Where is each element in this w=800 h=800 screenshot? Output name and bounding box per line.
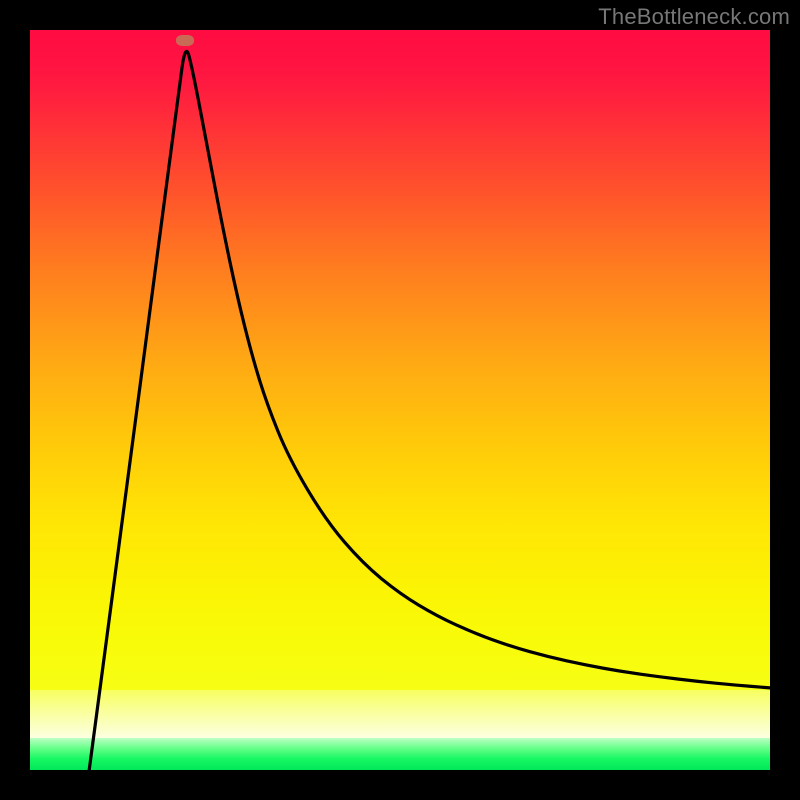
- bottleneck-curve: [89, 51, 770, 770]
- plot-area: [30, 30, 770, 770]
- watermark-text: TheBottleneck.com: [598, 4, 790, 30]
- chart-frame: TheBottleneck.com: [0, 0, 800, 800]
- curve-svg: [30, 30, 770, 770]
